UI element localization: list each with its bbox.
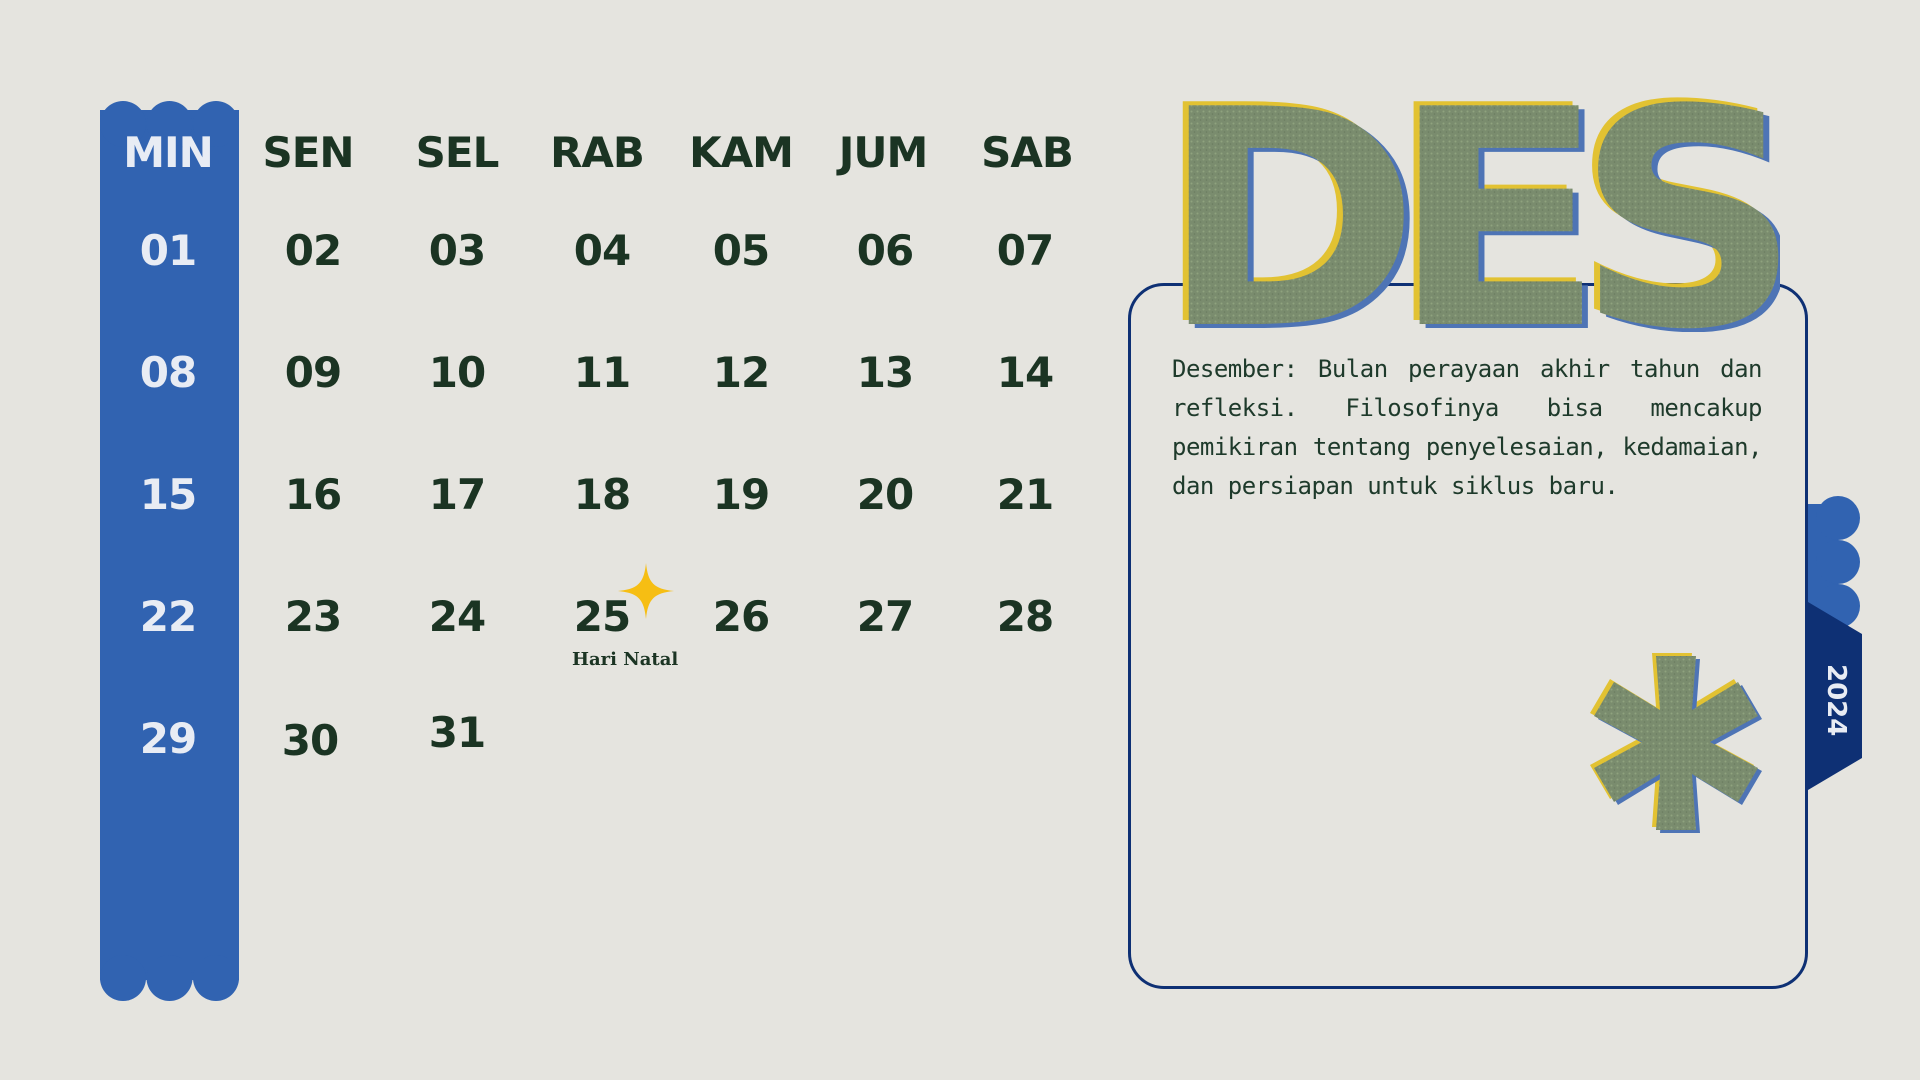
note-text: Desember: Bulan perayaan akhir tahun dan… (1172, 355, 1763, 500)
day-cell: 10 (428, 348, 486, 397)
day-cell: 15 (139, 470, 197, 519)
year-tab (1808, 496, 1862, 790)
day-cell: 16 (284, 470, 342, 519)
day-cell: 05 (712, 226, 770, 275)
day-cell: 13 (856, 348, 914, 397)
weekday-header-sunday: MIN (123, 128, 214, 177)
day-cell: 27 (856, 592, 914, 641)
day-cell: 14 (996, 348, 1054, 397)
month-title: DES DES DES (1160, 62, 1780, 332)
day-cell: 31 (428, 708, 486, 757)
day-cell: 08 (139, 348, 197, 397)
day-cell: 30 (281, 716, 339, 765)
day-cell: 02 (284, 226, 342, 275)
asterisk-icon (1590, 653, 1762, 833)
day-cell: 03 (428, 226, 486, 275)
day-cell: 26 (712, 592, 770, 641)
day-cell: 23 (284, 592, 342, 641)
holiday-label: Hari Natal (572, 649, 679, 670)
day-cell: 04 (573, 226, 631, 275)
day-cell: 07 (996, 226, 1054, 275)
day-cell: 09 (284, 348, 342, 397)
weekday-header-wednesday: RAB (550, 128, 645, 177)
day-cell: 19 (712, 470, 770, 519)
weekday-header-thursday: KAM (689, 128, 794, 177)
day-cell: 29 (139, 714, 197, 763)
day-cell: 17 (428, 470, 486, 519)
day-cell: 06 (856, 226, 914, 275)
day-cell: 28 (996, 592, 1054, 641)
weekday-header-saturday: SAB (981, 128, 1074, 177)
sparkle-icon (618, 563, 674, 619)
day-cell: 01 (139, 226, 197, 275)
sunday-column-bottom-scallop (100, 950, 239, 1001)
day-cell: 22 (139, 592, 197, 641)
weekday-header-friday: JUM (838, 128, 929, 177)
month-title-text: DES (1160, 62, 1780, 332)
year-label: 2024 (1821, 663, 1851, 737)
day-cell: 12 (712, 348, 770, 397)
day-cell: 11 (573, 348, 631, 397)
day-cell: 24 (428, 592, 486, 641)
weekday-header-monday: SEN (262, 128, 354, 177)
day-cell: 18 (573, 470, 631, 519)
weekday-header-tuesday: SEL (415, 128, 500, 177)
day-cell: 20 (856, 470, 914, 519)
day-cell: 21 (996, 470, 1054, 519)
